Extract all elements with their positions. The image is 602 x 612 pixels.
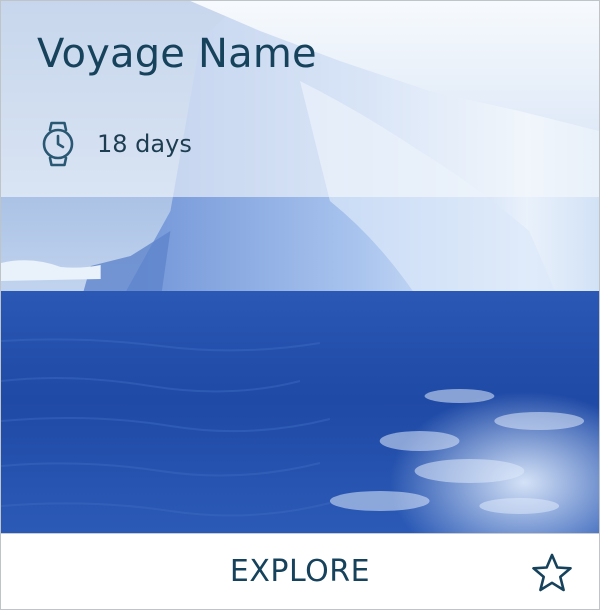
- card-footer: EXPLORE: [1, 533, 599, 609]
- duration-text: 18 days: [97, 130, 192, 158]
- favorite-button[interactable]: [531, 552, 573, 594]
- voyage-card[interactable]: Voyage Name 18 days EXPLORE: [0, 0, 600, 610]
- watch-icon: [39, 121, 77, 167]
- duration-row: 18 days: [39, 121, 192, 167]
- header-overlay: Voyage Name 18 days: [1, 1, 599, 197]
- star-outline-icon: [531, 552, 573, 594]
- explore-button[interactable]: EXPLORE: [180, 534, 420, 609]
- voyage-title: Voyage Name: [37, 31, 317, 77]
